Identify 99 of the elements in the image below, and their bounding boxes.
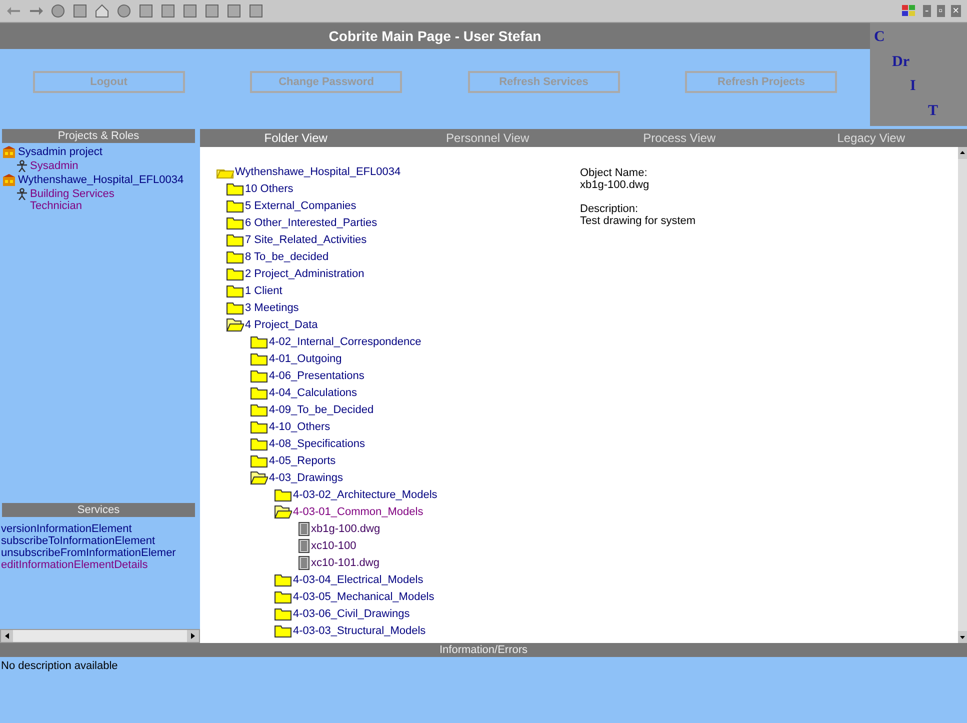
folder-icon[interactable] [274, 488, 292, 502]
toolbar-icon[interactable] [116, 3, 132, 19]
toolbar-icon[interactable] [182, 3, 198, 19]
tree-item[interactable]: Wythenshawe_Hospital_EFL0034 [235, 166, 401, 178]
toolbar-icon[interactable] [50, 3, 66, 19]
scroll-right-icon[interactable] [187, 630, 199, 642]
tree-item[interactable]: 4-03-06_Civil_Drawings [293, 608, 410, 620]
folder-icon[interactable] [250, 368, 268, 382]
logo-letter: Dr [891, 54, 910, 71]
window-control[interactable]: - [922, 5, 931, 17]
toolbar-icon[interactable] [226, 3, 242, 19]
tree-item[interactable]: 4-03-04_Electrical_Models [293, 574, 424, 586]
tree-item[interactable]: 4-10_Others [269, 420, 330, 432]
person-icon [16, 188, 28, 200]
role-link[interactable]: Building Services Technician [30, 188, 160, 212]
windows-logo-icon [900, 3, 917, 19]
panel-title: Services [77, 504, 120, 516]
tree-item[interactable]: 4 Project_Data [245, 318, 318, 330]
tree-item[interactable]: 2 Project_Administration [245, 268, 364, 280]
tree-item[interactable]: 4-01_Outgoing [269, 352, 342, 364]
document-icon [298, 522, 310, 536]
tree-item[interactable]: 1 Client [245, 284, 282, 296]
folder-icon[interactable] [250, 454, 268, 468]
folder-icon[interactable] [226, 182, 244, 196]
folder-icon[interactable] [250, 436, 268, 450]
folder-icon[interactable] [274, 624, 292, 638]
service-link[interactable]: unsubscribeFromInformationElemer [1, 547, 199, 559]
tree-item[interactable]: xc10-101.dwg [311, 556, 380, 568]
tree-item[interactable]: 4-03-02_Architecture_Models [293, 488, 438, 500]
tree-item[interactable]: 4-02_Internal_Correspondence [269, 336, 422, 348]
tree-item[interactable]: 4-06_Presentations [269, 370, 364, 382]
toolbar-icon[interactable] [138, 3, 154, 19]
folder-icon[interactable] [226, 232, 244, 246]
info-message: No description available [1, 660, 118, 672]
folder-icon[interactable] [226, 284, 244, 298]
tree-item[interactable]: 5 External_Companies [245, 200, 356, 212]
scroll-up-icon[interactable] [958, 147, 967, 159]
toolbar-icon[interactable] [248, 3, 264, 19]
folder-icon[interactable] [226, 250, 244, 264]
folder-icon[interactable] [250, 334, 268, 348]
folder-icon[interactable] [250, 420, 268, 434]
tree-item[interactable]: 4-03-01_Common_Models [293, 506, 424, 518]
folder-icon[interactable] [226, 216, 244, 230]
folder-icon[interactable] [274, 606, 292, 620]
document-icon [298, 538, 310, 552]
tree-item[interactable]: 4-03-03_Structural_Models [293, 624, 426, 636]
service-link[interactable]: editInformationElementDetails [1, 559, 199, 571]
page-title: Cobrite Main Page - User Stefan [328, 28, 542, 44]
open-folder-icon[interactable] [250, 470, 268, 484]
folder-icon[interactable] [226, 300, 244, 314]
detail-value: xb1g-100.dwg [580, 179, 650, 191]
open-folder-icon[interactable] [226, 318, 244, 332]
folder-icon[interactable] [250, 402, 268, 416]
tree-item[interactable]: 4-03_Drawings [269, 472, 343, 484]
view-tab[interactable]: Folder View [200, 129, 392, 147]
toolbar-icon[interactable] [72, 3, 88, 19]
tree-item[interactable]: 4-05_Reports [269, 454, 336, 466]
folder-icon[interactable] [274, 590, 292, 604]
detail-value: Test drawing for system [580, 215, 697, 227]
info-title: Information/Errors [439, 644, 528, 656]
folder-icon[interactable] [226, 198, 244, 212]
tree-item[interactable]: 4-09_To_be_Decided [269, 404, 374, 416]
toolbar-icon[interactable] [160, 3, 176, 19]
tree-item[interactable]: 4-08_Specifications [269, 438, 366, 450]
person-icon [16, 160, 28, 172]
folder-icon[interactable] [250, 386, 268, 400]
tree-item[interactable]: 6 Other_Interested_Parties [245, 216, 378, 228]
building-icon [2, 174, 16, 186]
tree-item[interactable]: 7 Site_Related_Activities [245, 234, 367, 246]
tree-item[interactable]: 10 Others [245, 182, 294, 194]
toolbar-icon[interactable] [94, 3, 110, 19]
tree-item[interactable]: 4-03-05_Mechanical_Models [293, 590, 434, 602]
scroll-left-icon[interactable] [1, 630, 13, 642]
window-control[interactable]: × [950, 5, 961, 17]
window-control[interactable]: ▫ [936, 5, 945, 17]
folder-icon[interactable] [274, 572, 292, 586]
logo-letter: T [927, 103, 940, 120]
building-icon [2, 146, 16, 158]
scroll-down-icon[interactable] [958, 631, 967, 643]
tree-item[interactable]: 8 To_be_decided [245, 250, 329, 262]
detail-label: Description: [580, 203, 640, 215]
service-link[interactable]: subscribeToInformationElement [1, 535, 199, 547]
folder-icon[interactable] [250, 352, 268, 366]
project-link[interactable]: Wythenshawe_Hospital_EFL0034 [18, 174, 184, 186]
tree-item[interactable]: 4-04_Calculations [269, 386, 358, 398]
open-folder-icon[interactable] [274, 504, 292, 518]
panel-title: Projects & Roles [58, 130, 140, 142]
project-link[interactable]: Sysadmin project [18, 146, 102, 158]
tree-item[interactable]: xb1g-100.dwg [311, 522, 380, 534]
toolbar-icon[interactable] [204, 3, 220, 19]
service-link[interactable]: versionInformationElement [1, 523, 199, 535]
logo-letter: C [873, 28, 886, 46]
tree-item[interactable]: xc10-100 [311, 540, 356, 552]
folder-icon[interactable] [226, 266, 244, 280]
detail-label: Object Name: [580, 167, 648, 179]
logo-letter: I [909, 78, 917, 96]
document-icon [298, 556, 310, 570]
tree-item[interactable]: 3 Meetings [245, 302, 299, 314]
role-link[interactable]: Sysadmin [30, 160, 160, 172]
